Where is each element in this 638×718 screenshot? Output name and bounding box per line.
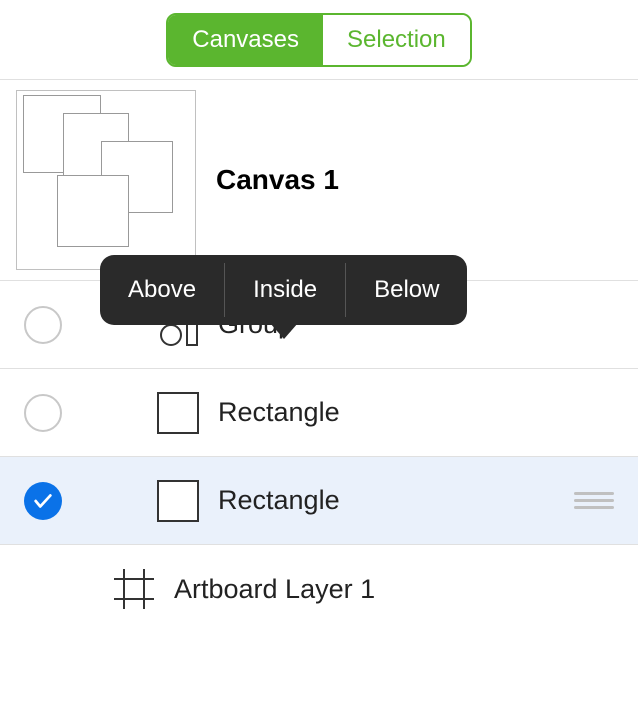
select-checkbox[interactable]	[24, 394, 62, 432]
tab-selection[interactable]: Selection	[323, 15, 470, 65]
select-checkbox-checked[interactable]	[24, 482, 62, 520]
artboard-icon	[110, 565, 158, 613]
canvas-preview[interactable]: Canvas 1	[0, 80, 638, 281]
rectangle-label: Rectangle	[218, 485, 558, 516]
popover-arrow-icon	[270, 323, 298, 339]
popover-inside[interactable]: Inside	[225, 255, 345, 325]
tab-canvases[interactable]: Canvases	[168, 15, 323, 65]
checkmark-icon	[32, 490, 54, 512]
rectangle-icon	[154, 477, 202, 525]
rectangle-label: Rectangle	[218, 397, 614, 428]
segmented-control: Canvases Selection	[166, 13, 471, 67]
popover-below[interactable]: Below	[346, 255, 467, 325]
canvas-title: Canvas 1	[216, 164, 339, 196]
rectangle-row-2[interactable]: Rectangle	[0, 457, 638, 545]
select-checkbox[interactable]	[24, 306, 62, 344]
placement-popover: Above Inside Below	[100, 255, 467, 325]
rectangle-row-1[interactable]: Rectangle	[0, 369, 638, 457]
artboard-label: Artboard Layer 1	[174, 574, 614, 605]
canvas-thumbnail	[16, 90, 196, 270]
popover-above[interactable]: Above	[100, 255, 224, 325]
layer-list: Group Rectangle Rectangle	[0, 281, 638, 633]
rectangle-icon	[154, 389, 202, 437]
header-tabs: Canvases Selection	[0, 0, 638, 80]
drag-handle-icon[interactable]	[574, 492, 614, 509]
artboard-row[interactable]: Artboard Layer 1	[0, 545, 638, 633]
